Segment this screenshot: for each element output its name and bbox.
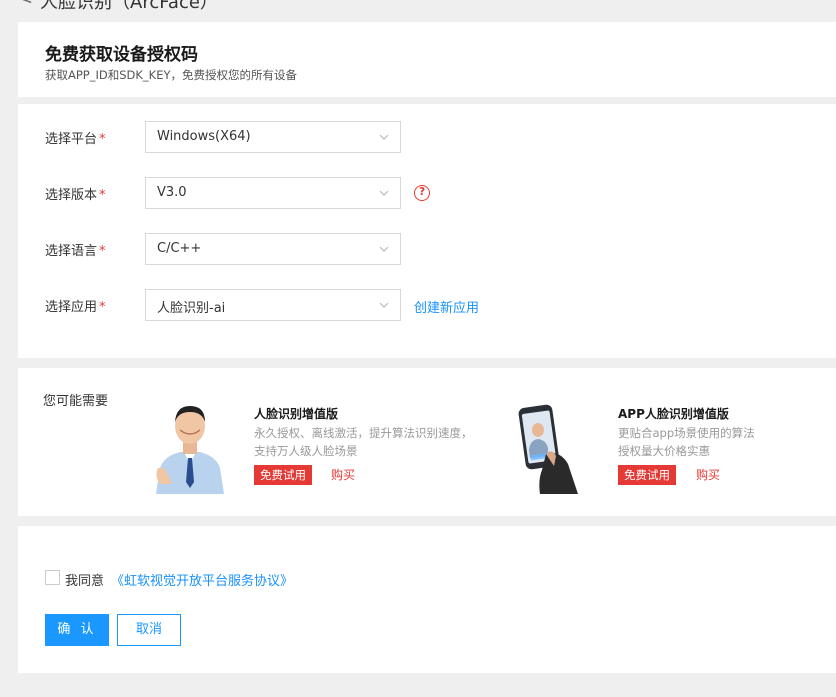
recommend-title: 人脸识别增值版	[254, 407, 339, 421]
version-select[interactable]: V3.0	[145, 177, 401, 209]
recommend-card: 您可能需要 人脸识别增值版 永久授权、离线激活，提升算法识别速度， 支持万人级人…	[18, 368, 836, 516]
page-top-bar: < 人脸识别（ArcFace）	[0, 0, 836, 14]
platform-label: 选择平台 *	[45, 132, 106, 147]
form-row-version: 选择版本 * V3.0 ?	[45, 177, 805, 209]
phone-hand-photo	[518, 404, 578, 494]
language-select-value: C/C++	[157, 241, 202, 256]
section-title: 免费获取设备授权码	[45, 45, 198, 65]
agree-text: 我同意	[65, 574, 105, 589]
agreement-link[interactable]: 《虹软视觉开放平台服务协议》	[111, 570, 293, 589]
header-card: 免费获取设备授权码 获取APP_ID和SDK_KEY，免费授权您的所有设备	[18, 22, 836, 97]
free-trial-button[interactable]: 免费试用	[618, 465, 676, 485]
page-title: 人脸识别（ArcFace）	[40, 0, 218, 13]
recommend-item-app: APP人脸识别增值版 更贴合app场景使用的算法 授权量大价格实惠 免费试用 购…	[468, 368, 836, 516]
cancel-button[interactable]: 取消	[117, 614, 181, 646]
section-subtitle: 获取APP_ID和SDK_KEY，免费授权您的所有设备	[45, 68, 298, 82]
application-select-value: 人脸识别-ai	[157, 301, 226, 316]
recommend-desc: 永久授权、离线激活，提升算法识别速度， 支持万人级人脸场景	[254, 426, 473, 458]
free-trial-button[interactable]: 免费试用	[254, 465, 312, 485]
form-row-application: 选择应用 * 人脸识别-ai 创建新应用	[45, 289, 805, 321]
confirm-button[interactable]: 确 认	[45, 614, 109, 646]
required-mark: *	[99, 244, 106, 259]
application-select[interactable]: 人脸识别-ai	[145, 289, 401, 321]
version-select-value: V3.0	[157, 185, 187, 200]
platform-select[interactable]: Windows(X64)	[145, 121, 401, 153]
back-arrow-icon[interactable]: <	[18, 0, 33, 9]
form-row-platform: 选择平台 * Windows(X64)	[45, 121, 805, 153]
chevron-down-icon	[379, 246, 389, 252]
businessman-photo	[156, 406, 224, 494]
chevron-down-icon	[379, 190, 389, 196]
chevron-down-icon	[379, 134, 389, 140]
required-mark: *	[99, 132, 106, 147]
recommend-desc: 更贴合app场景使用的算法 授权量大价格实惠	[618, 426, 755, 458]
help-question-icon[interactable]: ?	[414, 185, 430, 201]
application-label: 选择应用 *	[45, 300, 106, 315]
create-app-link[interactable]: 创建新应用	[414, 297, 479, 316]
language-label: 选择语言 *	[45, 244, 106, 259]
required-mark: *	[99, 300, 106, 315]
form-row-language: 选择语言 * C/C++	[45, 233, 805, 265]
recommend-title: APP人脸识别增值版	[618, 407, 729, 421]
required-mark: *	[99, 188, 106, 203]
chevron-down-icon	[379, 302, 389, 308]
recommend-item-face: 人脸识别增值版 永久授权、离线激活，提升算法识别速度， 支持万人级人脸场景 免费…	[18, 368, 473, 516]
language-select[interactable]: C/C++	[145, 233, 401, 265]
version-label: 选择版本 *	[45, 188, 106, 203]
auth-form-card: 选择平台 * Windows(X64) 选择版本 * V3.0 ? 选择语言 * C/…	[18, 104, 836, 358]
agreement-card: 我同意 《虹软视觉开放平台服务协议》 确 认 取消	[18, 526, 836, 673]
buy-link[interactable]: 购买	[696, 466, 720, 483]
agree-checkbox[interactable]	[45, 570, 60, 585]
buy-link[interactable]: 购买	[331, 466, 355, 483]
platform-select-value: Windows(X64)	[157, 129, 251, 144]
